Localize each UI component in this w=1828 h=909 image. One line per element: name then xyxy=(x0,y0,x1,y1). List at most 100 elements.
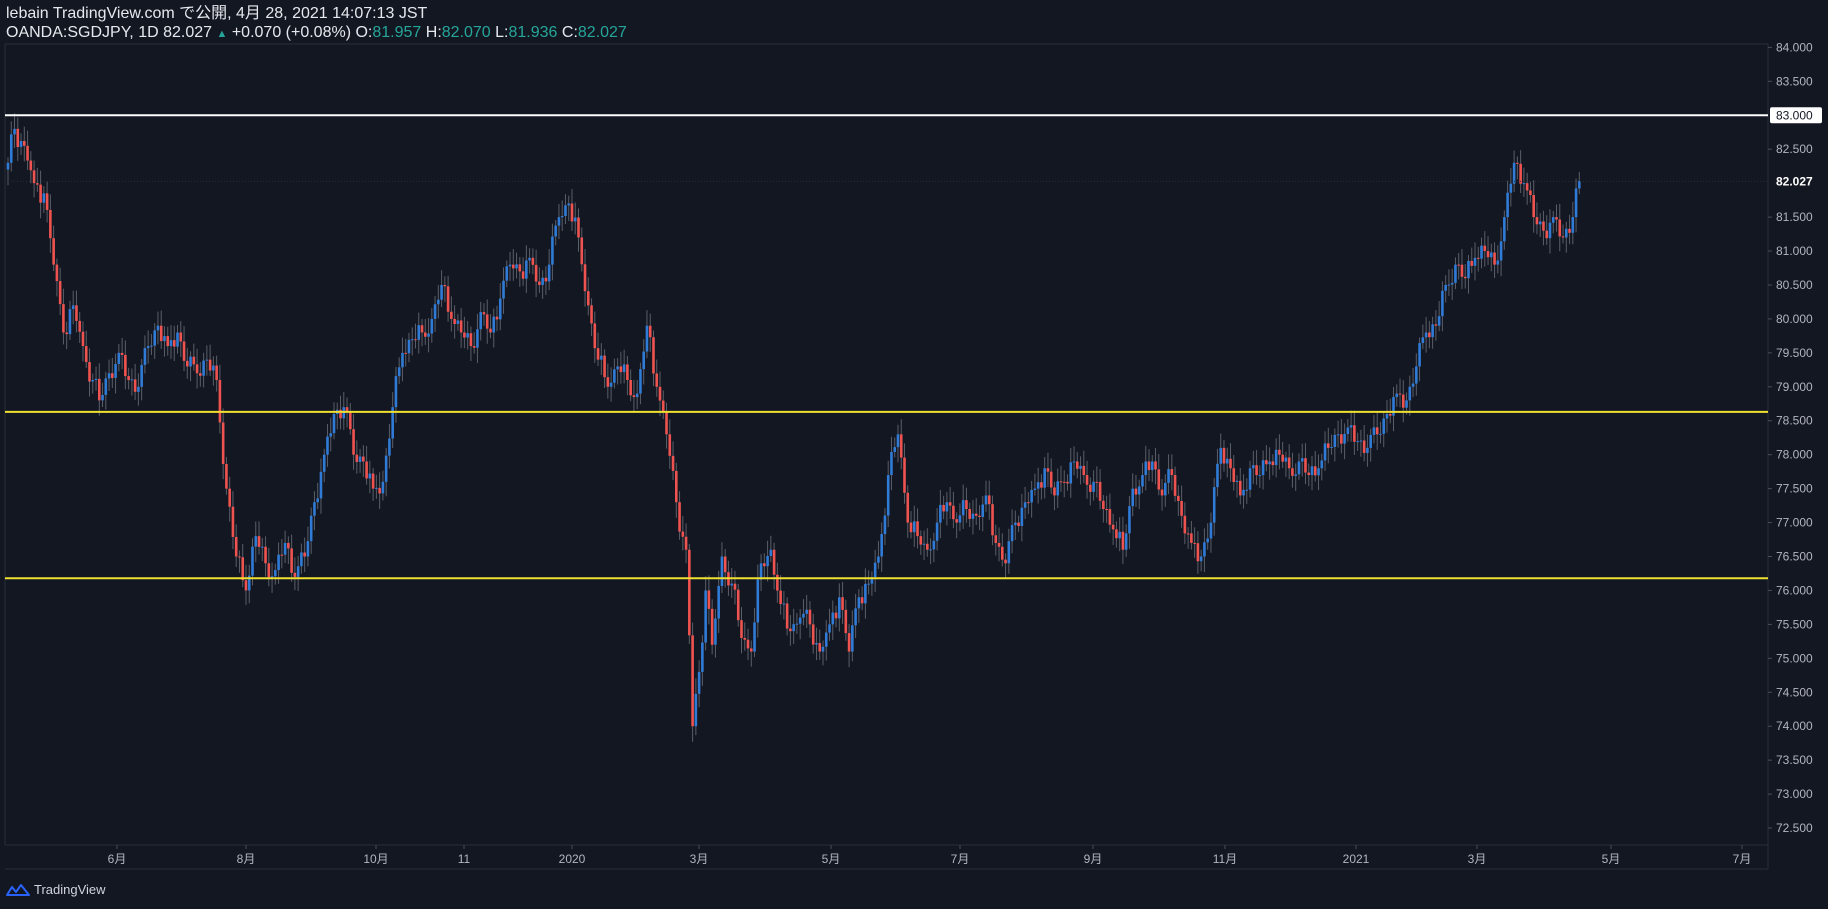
y-tick-label: 72.500 xyxy=(1776,821,1813,835)
candle-body xyxy=(678,502,681,532)
candle-body xyxy=(1092,481,1095,492)
candle xyxy=(1392,387,1395,432)
candle xyxy=(766,540,769,582)
candle xyxy=(456,314,460,331)
candle-body xyxy=(489,328,492,333)
candle-body xyxy=(55,264,59,282)
candle xyxy=(274,563,277,585)
candle xyxy=(593,311,597,363)
candle-body xyxy=(564,205,567,216)
candle xyxy=(1154,447,1157,485)
candle-body xyxy=(1463,276,1467,279)
candle xyxy=(890,436,893,491)
candle-body xyxy=(776,574,779,591)
candle xyxy=(723,549,727,588)
candle xyxy=(1085,460,1089,499)
candle-body xyxy=(303,552,306,557)
x-tick-label: 10月 xyxy=(363,852,388,866)
candle-body xyxy=(1150,461,1154,471)
candle-body xyxy=(9,134,13,163)
candle xyxy=(1506,180,1509,231)
candle xyxy=(1131,473,1134,517)
candle-body xyxy=(1261,460,1265,476)
candle xyxy=(1460,249,1464,290)
horizontal-lines[interactable] xyxy=(5,114,1768,580)
candle xyxy=(841,581,844,624)
candle-body xyxy=(1545,230,1549,239)
candle-body xyxy=(736,589,740,621)
candle-body xyxy=(802,613,805,618)
price-chart[interactable]: 84.000 83.500 83.000 82.500 82.027 81.500 81.0… xyxy=(0,0,1828,909)
candle xyxy=(622,349,626,384)
candle xyxy=(769,535,773,563)
candle xyxy=(531,248,535,275)
time-axis[interactable]: 6月 8月 10月 11 2020 3月 5月 7月 9月 11月 2021 3月 5月 7月 xyxy=(108,845,1752,866)
candle-body xyxy=(714,618,717,645)
candle xyxy=(886,460,890,528)
candle xyxy=(958,503,962,532)
candle xyxy=(238,550,241,573)
candle xyxy=(1040,474,1043,500)
candle xyxy=(567,195,571,221)
candle xyxy=(505,260,509,288)
candle xyxy=(785,597,789,636)
candle xyxy=(512,249,515,281)
candle xyxy=(1490,243,1493,272)
candle-body xyxy=(557,217,561,226)
candle xyxy=(714,609,717,658)
candle xyxy=(1196,531,1200,574)
price-axis[interactable]: 84.000 83.500 83.000 82.500 82.027 81.500 81.0… xyxy=(5,40,1822,835)
candle-body xyxy=(58,281,62,305)
candle xyxy=(443,276,447,302)
candle xyxy=(668,419,672,469)
candle-body xyxy=(939,504,942,523)
candle xyxy=(916,508,919,549)
candle xyxy=(469,326,473,361)
x-tick-label: 9月 xyxy=(1084,852,1103,866)
candle-body xyxy=(997,542,1001,547)
candle xyxy=(1245,478,1249,504)
candle-body xyxy=(828,624,831,633)
candle-body xyxy=(655,373,659,387)
candle-body xyxy=(1388,413,1392,416)
candle xyxy=(518,257,522,287)
candle-series xyxy=(6,113,1581,742)
candle xyxy=(335,402,339,430)
candle xyxy=(1216,448,1219,497)
candle xyxy=(883,508,887,546)
candle-body xyxy=(16,128,20,147)
candle xyxy=(678,491,681,540)
candle-body xyxy=(1372,427,1376,435)
candle-body xyxy=(1066,481,1069,484)
candle-body xyxy=(883,515,887,535)
candle xyxy=(459,308,463,348)
candle xyxy=(384,447,388,497)
y-tick-label: 80.000 xyxy=(1776,312,1813,326)
candle-body xyxy=(476,329,479,348)
candle xyxy=(1313,450,1317,482)
candle-body xyxy=(952,505,955,520)
candle-body xyxy=(1369,434,1372,448)
candle-body xyxy=(772,549,776,575)
candle-body xyxy=(573,217,577,222)
candle xyxy=(560,200,564,232)
candle-body xyxy=(202,360,205,376)
candle xyxy=(991,495,994,546)
candle xyxy=(1229,443,1232,482)
candle-body xyxy=(864,583,867,604)
candle xyxy=(1043,457,1046,499)
candle-body xyxy=(124,354,127,377)
candle xyxy=(97,363,101,416)
candle xyxy=(730,568,734,598)
candle-body xyxy=(1313,466,1317,476)
candle xyxy=(688,543,691,644)
candle-body xyxy=(541,277,544,285)
candle-body xyxy=(1085,475,1089,485)
candle xyxy=(671,441,675,481)
candle-body xyxy=(1102,500,1105,509)
candle xyxy=(1353,410,1356,455)
tradingview-logo[interactable]: TradingView xyxy=(6,882,106,897)
candle xyxy=(1258,465,1262,488)
candle-body xyxy=(567,203,571,206)
candle-body xyxy=(671,455,675,471)
